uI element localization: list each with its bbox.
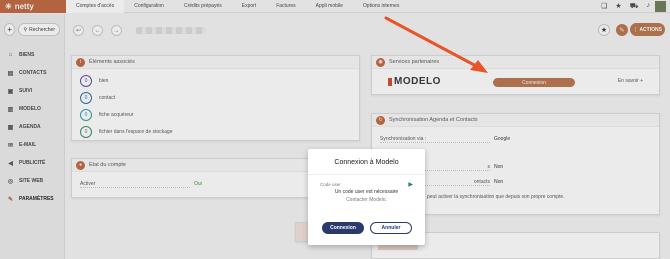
code-user-label[interactable]: Code user	[320, 182, 341, 187]
required-text: Un code user est nécessaire	[334, 189, 399, 195]
contact-link[interactable]: Contacter Modelo.	[308, 197, 425, 203]
play-icon[interactable]: ▶	[408, 181, 413, 188]
modal-divider	[308, 174, 425, 175]
modal-connect-button[interactable]: Connexion	[322, 222, 364, 234]
modelo-connect-modal: Connexion à Modelo Code user ▶ Un code u…	[308, 149, 425, 245]
modal-title: Connexion à Modelo	[334, 159, 399, 166]
modal-cancel-button[interactable]: Annuler	[370, 222, 412, 234]
